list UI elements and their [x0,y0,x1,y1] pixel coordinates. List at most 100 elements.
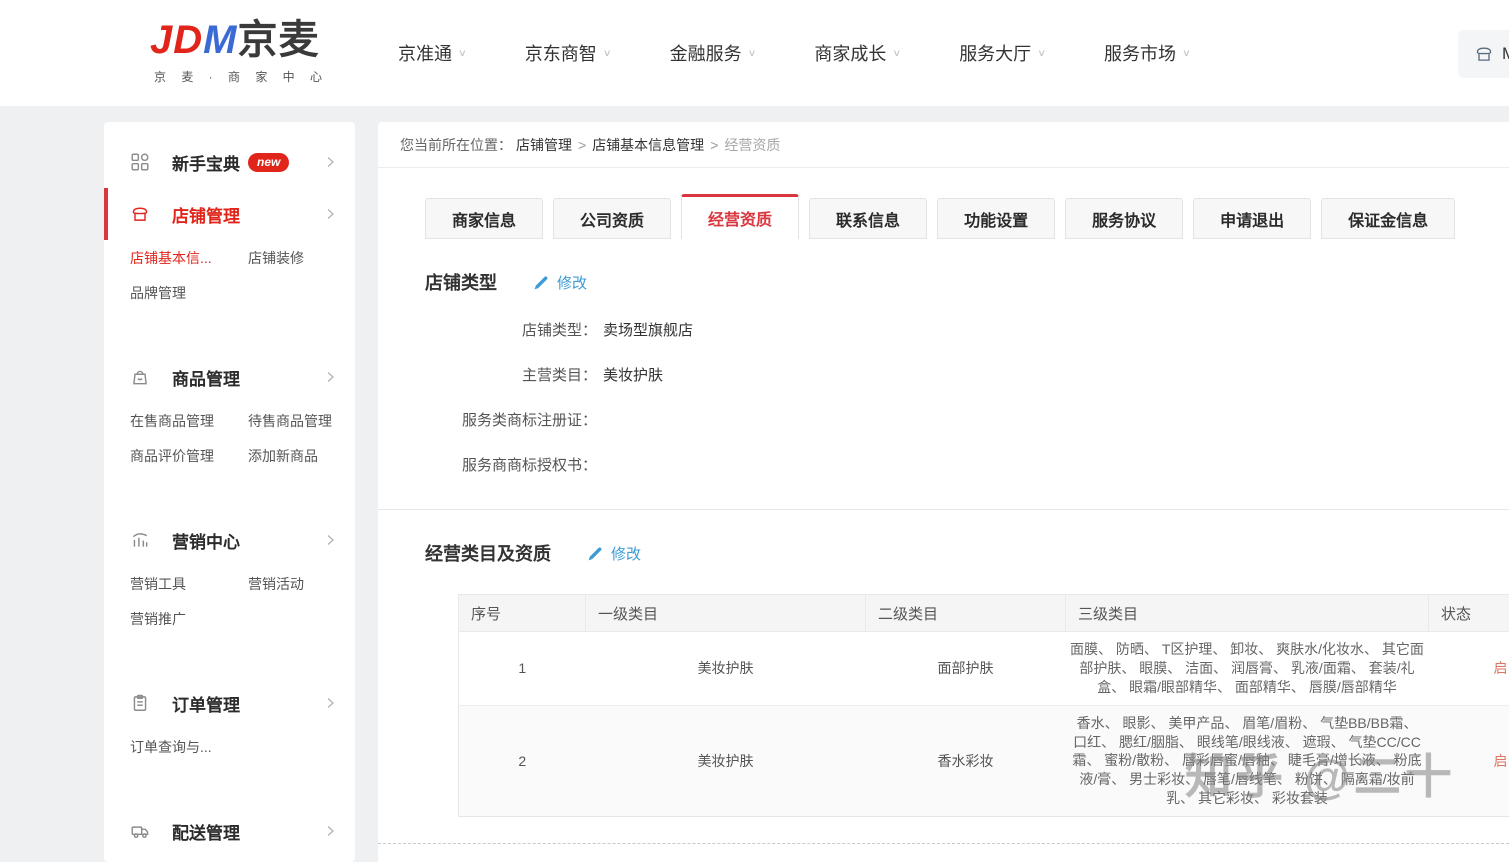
sidebar-sub-tianjia[interactable]: 添加新商品 [248,446,345,466]
sidebar-sub-zaishou[interactable]: 在售商品管理 [130,411,248,431]
sidebar-sub-huodong[interactable]: 营销活动 [248,574,345,594]
tab-gongnengshezhi[interactable]: 功能设置 [937,198,1055,239]
edit-label: 修改 [611,543,641,564]
tab-gongsizizhi[interactable]: 公司资质 [553,198,671,239]
col-header-no: 序号 [459,595,586,632]
nav-jingdongshangzhi[interactable]: 京东商智 ∨ [525,40,612,66]
sidebar-item-dingdanguanli[interactable]: 订单管理 [104,677,355,729]
logo-cn: 京麦 [237,18,319,62]
field-value: 卖场型旗舰店 [603,319,693,340]
chevron-right-icon [323,207,337,221]
nav-fuwudating[interactable]: 服务大厅 ∨ [959,40,1046,66]
table-row: 2 美妆护肤 香水彩妆 香水、 眼影、 美甲产品、 眉笔/眉粉、 气垫BB/BB… [459,705,1509,816]
tab-lianxixinxi[interactable]: 联系信息 [809,198,927,239]
truck-icon [130,821,150,841]
sidebar-children-dianpuguanli: 店铺基本信... 店铺装修 品牌管理 [104,240,355,313]
chevron-right-icon [323,696,337,710]
col-header-level1: 一级类目 [586,595,866,632]
sidebar-item-yingxiaozhongxin[interactable]: 营销中心 [104,514,355,566]
breadcrumb-separator: > [578,137,586,153]
sidebar-item-label: 店铺管理 [172,202,240,227]
nav-shangjiachengzhang[interactable]: 商家成长 ∨ [814,40,901,66]
nav-jinrongfuwu[interactable]: 金融服务 ∨ [670,40,757,66]
nav-label: 服务大厅 [959,40,1031,66]
cell-status: 启 [1429,705,1509,816]
chevron-right-icon [323,370,337,384]
breadcrumb-separator: > [710,137,718,153]
cell-no: 1 [459,632,586,706]
field-shop-type: 店铺类型： 卖场型旗舰店 [425,319,1509,340]
category-edit-button[interactable]: 修改 [587,543,641,564]
cell-no: 2 [459,705,586,816]
sidebar-children-yingxiaozhongxin: 营销工具 营销活动 营销推广 [104,566,355,639]
sidebar-sub-tuiguang[interactable]: 营销推广 [130,609,248,629]
chevron-down-icon: ∨ [748,47,757,58]
sidebar-sub-dianpujibenxinxi[interactable]: 店铺基本信... [130,248,248,268]
top-header: JDM京麦 京 麦 · 商 家 中 心 京准通∨ 京东商智∨ 金融服务∨ 商家成… [0,0,1509,106]
grid-icon [130,152,150,172]
field-label: 店铺类型： [425,319,597,340]
dashed-separator [378,843,1509,844]
chevron-down-icon: ∨ [892,47,901,58]
nav-label: 商家成长 [814,40,886,66]
edit-label: 修改 [557,272,587,293]
cell-level3: 香水、 眼影、 美甲产品、 眉笔/眉粉、 气垫BB/BB霜、 口红、 腮红/胭脂… [1066,705,1429,816]
col-header-level3: 三级类目 [1066,595,1429,632]
breadcrumb-item-jibenxinxi[interactable]: 店铺基本信息管理 [592,135,704,155]
sidebar-sub-dingdanchaxun[interactable]: 订单查询与... [130,737,248,757]
sidebar-item-shangpinguanli[interactable]: 商品管理 [104,351,355,403]
field-label: 主营类目： [425,364,597,385]
cell-status: 启 [1429,632,1509,706]
sidebar-item-label: 营销中心 [172,528,240,553]
tab-jingyingzizhi[interactable]: 经营资质 [681,194,799,239]
chevron-down-icon: ∨ [458,47,467,58]
sidebar-item-dianpuguanli[interactable]: 店铺管理 [104,188,355,240]
sidebar-children-shangpinguanli: 在售商品管理 待售商品管理 商品评价管理 添加新商品 [104,403,355,476]
tab-bar: 商家信息 公司资质 经营资质 联系信息 功能设置 服务协议 申请退出 保证金信息 [425,194,1509,239]
col-header-level2: 二级类目 [866,595,1066,632]
field-label: 服务类商标注册证： [425,409,597,430]
nav-fuwushichang[interactable]: 服务市场 ∨ [1104,40,1191,66]
nav-label: 服务市场 [1104,40,1176,66]
sidebar-sub-pingjia[interactable]: 商品评价管理 [130,446,248,466]
account-shop-button[interactable]: M [1458,30,1509,78]
chevron-down-icon: ∨ [603,47,612,58]
logo-jd: JD [150,18,203,62]
chevron-down-icon: ∨ [1182,47,1191,58]
sidebar-item-label: 配送管理 [172,819,240,844]
sidebar-item-label: 新手宝典 [172,150,240,175]
breadcrumb-prefix: 您当前所在位置： [400,135,512,155]
cell-level1: 美妆护肤 [586,632,866,706]
chart-icon [130,530,150,550]
breadcrumb-item-dianpuguanli[interactable]: 店铺管理 [516,135,572,155]
category-table: 序号 一级类目 二级类目 三级类目 状态 1 美妆护肤 面部护肤 面膜、 防晒、… [458,594,1509,817]
logo-m: M [203,18,237,62]
table-row: 1 美妆护肤 面部护肤 面膜、 防晒、 T区护理、 卸妆、 爽肤水/化妆水、 其… [459,632,1509,706]
shop-type-title: 店铺类型 [425,269,497,295]
bag-icon [130,367,150,387]
sidebar-sub-gongju[interactable]: 营销工具 [130,574,248,594]
sidebar-sub-dianpuzhuangxiu[interactable]: 店铺装修 [248,248,345,268]
sidebar-sub-daishou[interactable]: 待售商品管理 [248,411,345,431]
new-badge: new [248,153,289,172]
account-label: M [1502,44,1509,64]
tab-shangjiaxinxi[interactable]: 商家信息 [425,198,543,239]
sidebar-item-xinshoubaodian[interactable]: 新手宝典 new [104,136,355,188]
store-icon [1474,44,1494,64]
shop-type-edit-button[interactable]: 修改 [533,272,587,293]
category-section: 经营类目及资质 修改 [378,510,1509,566]
sidebar-sub-pinpaiguanli[interactable]: 品牌管理 [130,283,248,303]
tab-baozhengjinxinxi[interactable]: 保证金信息 [1321,198,1455,239]
nav-label: 金融服务 [670,40,742,66]
nav-jingzhuntong[interactable]: 京准通∨ [398,40,467,66]
logo-tagline: 京 麦 · 商 家 中 心 [150,68,370,85]
sidebar: 新手宝典 new 店铺管理 店铺基本信... 店铺装修 品牌管理 [104,122,355,862]
tab-fuwuxieyi[interactable]: 服务协议 [1065,198,1183,239]
tab-shenqingtuichu[interactable]: 申请退出 [1193,198,1311,239]
chevron-down-icon: ∨ [1037,47,1046,58]
nav-label: 京东商智 [525,40,597,66]
field-label: 服务商商标授权书： [425,454,597,475]
sidebar-children-dingdanguanli: 订单查询与... [104,729,355,767]
sidebar-item-peisongguanli[interactable]: 配送管理 [104,805,355,857]
jdm-logo[interactable]: JDM京麦 京 麦 · 商 家 中 心 [150,18,370,85]
